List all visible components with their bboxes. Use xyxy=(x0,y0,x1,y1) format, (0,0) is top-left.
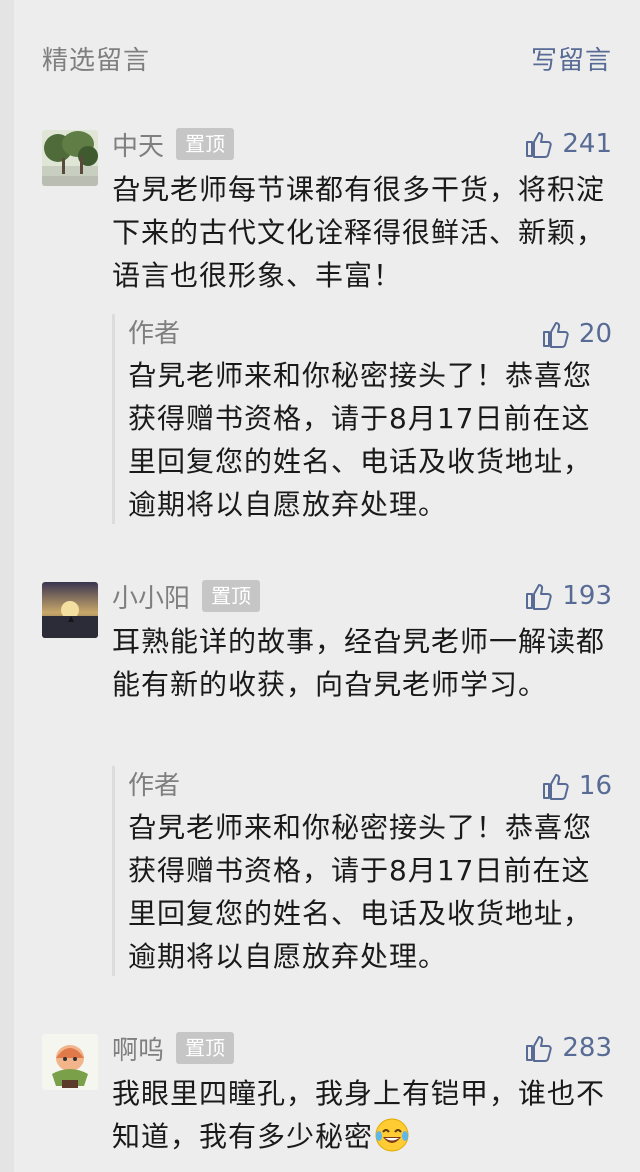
tree-avatar-image xyxy=(42,130,98,186)
comment-name-row: 啊呜 置顶 xyxy=(112,1028,235,1068)
laughing-tears-emoji-icon xyxy=(375,1118,409,1152)
commenter-name[interactable]: 小小阳 xyxy=(112,578,190,615)
comment-name-row: 中天 置顶 xyxy=(112,124,235,164)
thumbs-up-icon xyxy=(526,584,553,610)
reply-like-button[interactable]: 16 xyxy=(541,766,612,806)
author-reply: 作者 20 旮旯老师来和你秘密接头了！恭喜您获得赠书资格，请于8月17日前在这里… xyxy=(112,314,640,524)
thumbs-up-icon xyxy=(526,132,553,158)
reply-text: 旮旯老师来和你秘密接头了！恭喜您获得赠书资格，请于8月17日前在这里回复您的姓名… xyxy=(128,811,593,973)
comment-item: 小小阳 置顶 193 耳熟能详的故事，经旮旯老师一解读都能有新的收获，向旮旯老师… xyxy=(0,576,640,976)
sunset-avatar-image xyxy=(42,582,98,638)
write-comment-link[interactable]: 写留言 xyxy=(531,40,612,77)
avatar[interactable] xyxy=(42,1034,98,1090)
avatar[interactable] xyxy=(42,130,98,186)
selected-comments-title: 精选留言 xyxy=(42,45,151,76)
avatar[interactable] xyxy=(42,582,98,638)
commenter-name[interactable]: 啊呜 xyxy=(112,1030,164,1067)
thumbs-up-icon xyxy=(542,322,569,348)
reply-like-count: 20 xyxy=(578,319,612,349)
comment-item: 啊呜 置顶 283 我眼里四瞳孔，我身上有铠甲，谁也不知道，我有多少秘密 xyxy=(0,1028,640,1172)
pinned-badge: 置顶 xyxy=(202,580,261,612)
pinned-badge: 置顶 xyxy=(176,128,235,160)
like-count: 283 xyxy=(562,1033,612,1063)
cartoon-avatar-image xyxy=(42,1034,98,1090)
like-button[interactable]: 283 xyxy=(524,1028,612,1068)
like-button[interactable]: 193 xyxy=(524,576,612,616)
like-count: 193 xyxy=(562,581,612,611)
thumbs-up-icon xyxy=(526,1036,553,1062)
comment-text: 耳熟能详的故事，经旮旯老师一解读都能有新的收获，向旮旯老师学习。 xyxy=(112,625,606,701)
pinned-badge: 置顶 xyxy=(176,1032,235,1064)
reply-like-button[interactable]: 20 xyxy=(541,314,612,354)
author-reply: 作者 16 旮旯老师来和你秘密接头了！恭喜您获得赠书资格，请于8月17日前在这里… xyxy=(112,766,640,976)
comment-name-row: 小小阳 置顶 xyxy=(112,576,261,616)
comment-text: 我眼里四瞳孔，我身上有铠甲，谁也不知道，我有多少秘密 xyxy=(112,1077,606,1153)
commenter-name[interactable]: 中天 xyxy=(112,126,164,163)
reply-author-label: 作者 xyxy=(128,319,181,349)
reply-text: 旮旯老师来和你秘密接头了！恭喜您获得赠书资格，请于8月17日前在这里回复您的姓名… xyxy=(128,359,593,521)
comment-item: 中天 置顶 241 旮旯老师每节课都有很多干货，将积淀下来的古代文化诠释得很鲜活… xyxy=(0,124,640,524)
comments-header: 精选留言 写留言 xyxy=(42,38,612,78)
comment-text: 旮旯老师每节课都有很多干货，将积淀下来的古代文化诠释得很鲜活、新颖，语言也很形象… xyxy=(112,173,606,292)
reply-like-count: 16 xyxy=(578,771,612,801)
like-button[interactable]: 241 xyxy=(524,124,612,164)
reply-author-label: 作者 xyxy=(128,771,181,801)
like-count: 241 xyxy=(562,129,612,159)
comment-text-container: 我眼里四瞳孔，我身上有铠甲，谁也不知道，我有多少秘密 xyxy=(112,1072,612,1158)
thumbs-up-icon xyxy=(542,774,569,800)
